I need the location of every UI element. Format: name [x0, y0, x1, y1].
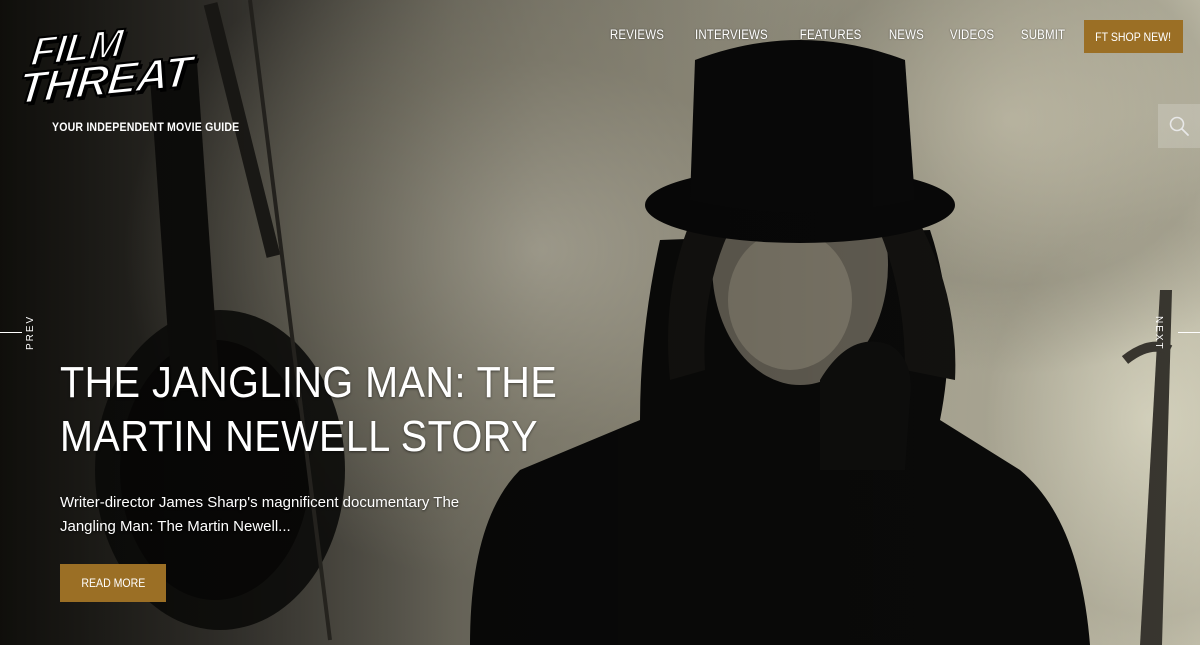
read-more-button[interactable]: READ MORE — [60, 564, 166, 602]
prev-line — [0, 332, 22, 333]
site-tagline: YOUR INDEPENDENT MOVIE GUIDE — [52, 120, 240, 134]
slider-prev-button[interactable]: PREV — [0, 314, 50, 356]
nav-item-submit[interactable]: SUBMIT — [1021, 26, 1065, 42]
nav-item-interviews[interactable]: INTERVIEWS — [695, 26, 768, 42]
search-icon — [1169, 116, 1189, 136]
nav-item-features[interactable]: FEATURES — [800, 26, 862, 42]
featured-excerpt: Writer-director James Sharp's magnificen… — [60, 494, 460, 535]
featured-title[interactable]: THE JANGLING MAN: THE MARTIN NEWELL STOR… — [60, 356, 564, 464]
ft-shop-label: FT SHOP NEW! — [1095, 29, 1172, 44]
ft-shop-button[interactable]: FT SHOP NEW! — [1084, 20, 1183, 53]
nav-item-reviews[interactable]: REVIEWS — [610, 26, 664, 42]
film-threat-logo[interactable]: FILM THREAT — [15, 20, 258, 114]
nav-item-news[interactable]: NEWS — [889, 26, 924, 42]
next-line — [1178, 332, 1200, 333]
read-more-label: READ MORE — [81, 576, 145, 590]
prev-label: PREV — [25, 314, 36, 350]
nav-item-videos[interactable]: VIDEOS — [950, 26, 994, 42]
search-button[interactable] — [1158, 104, 1200, 148]
next-label: NEXT — [1153, 316, 1164, 351]
main-nav: REVIEWS INTERVIEWS FEATURES NEWS VIDEOS … — [604, 26, 1070, 42]
